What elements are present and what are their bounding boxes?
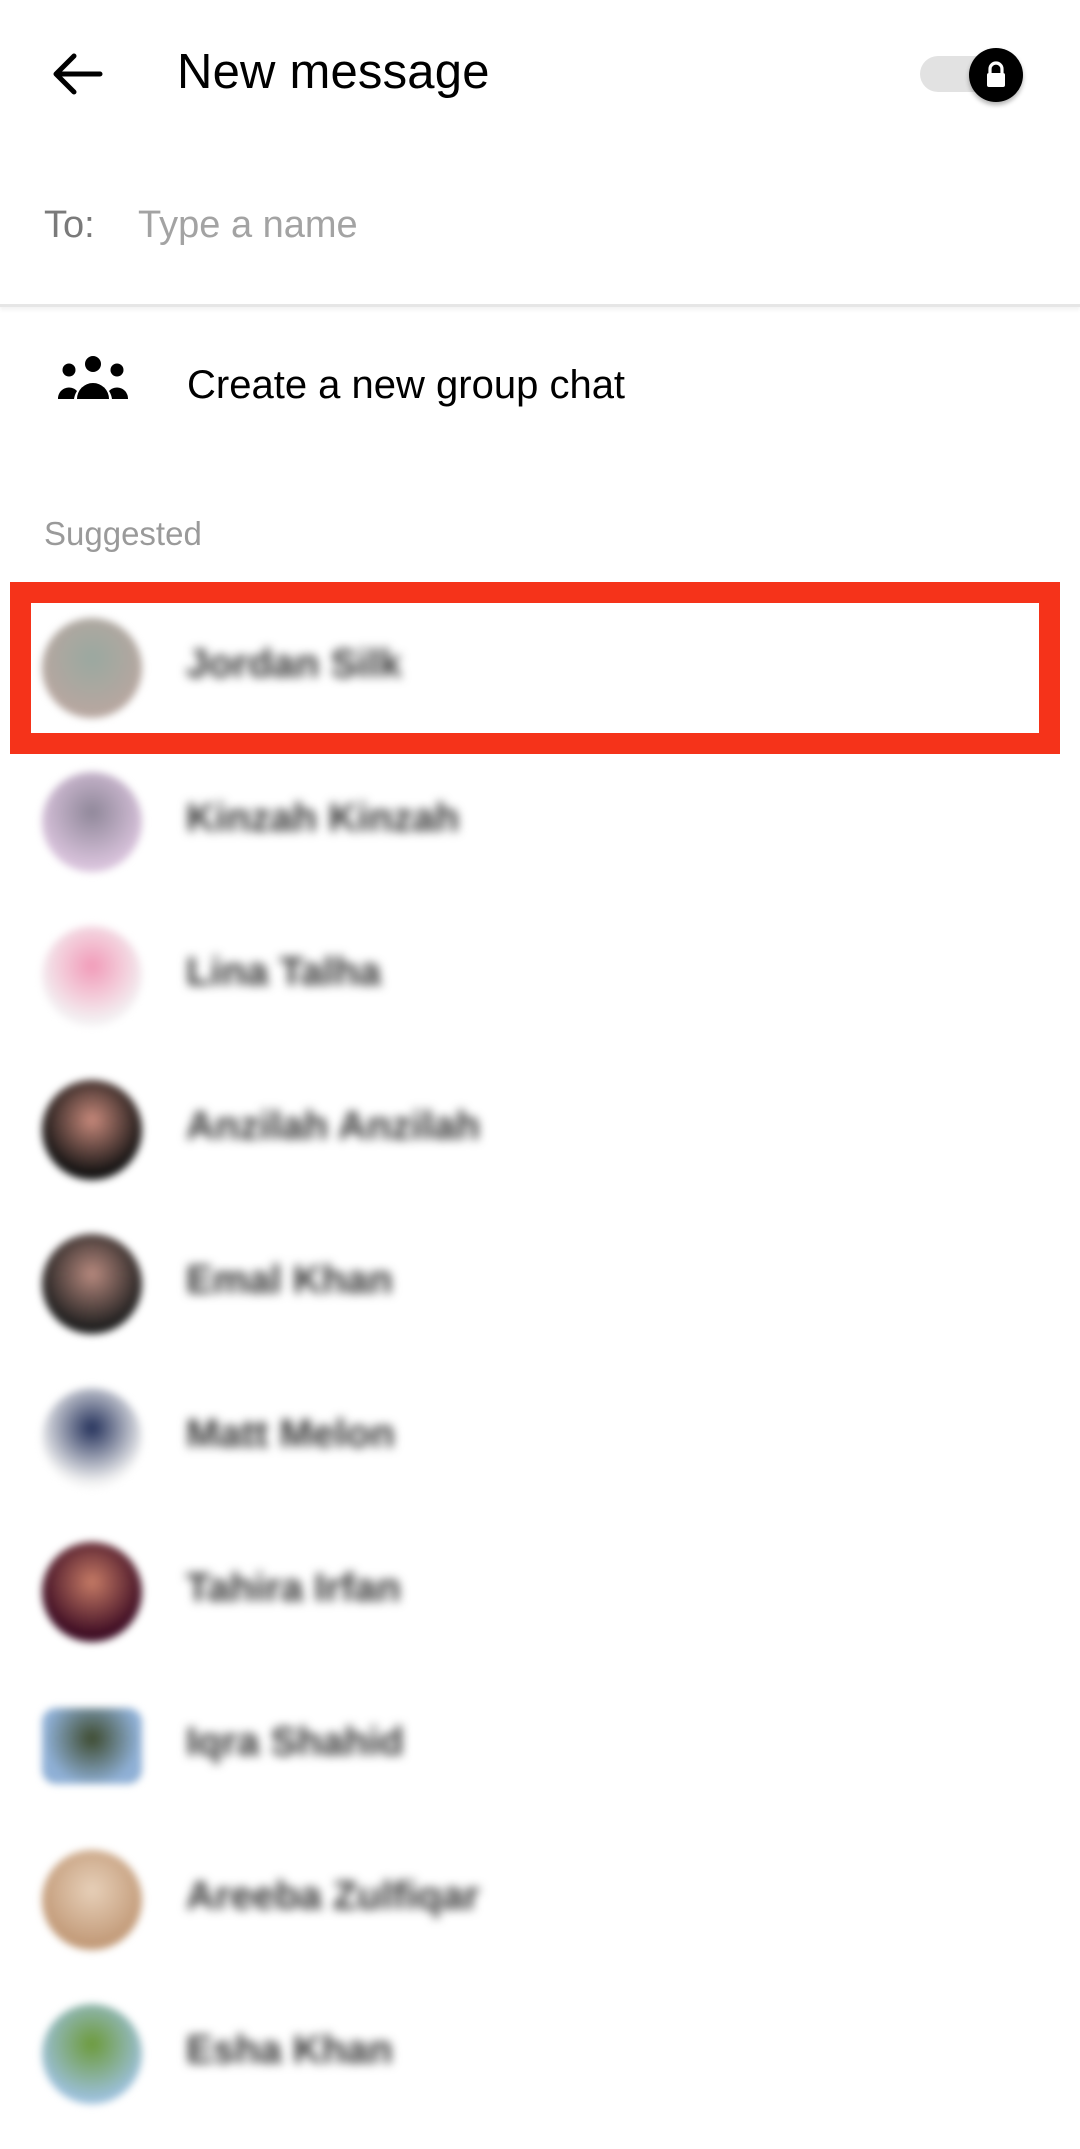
recipient-search-input[interactable] <box>136 194 1020 256</box>
contact-row[interactable]: Matt Melon <box>0 1360 1080 1514</box>
create-group-chat-button[interactable]: Create a new group chat <box>0 330 1080 440</box>
contact-name: Areeba Zulfiqar <box>186 1874 480 1918</box>
contact-avatar <box>42 1080 142 1180</box>
recipient-row: To: <box>0 180 1080 307</box>
contact-avatar <box>42 1542 142 1642</box>
contact-name: Matt Melon <box>186 1412 395 1456</box>
contact-name: Kinzah Kinzah <box>186 796 460 840</box>
contact-avatar <box>42 926 142 1026</box>
contact-row[interactable]: Tahira Irfan <box>0 1514 1080 1668</box>
contact-name: Anzilah Anzilah <box>186 1104 481 1148</box>
contact-row[interactable]: Emal Khan <box>0 1206 1080 1360</box>
contact-name: Lina Talha <box>186 950 381 994</box>
contact-row[interactable]: Lina Talha <box>0 898 1080 1052</box>
contact-row[interactable]: Iqra Shahid <box>0 1668 1080 1822</box>
contact-name: Iqra Shahid <box>186 1720 404 1764</box>
secret-conversation-toggle[interactable] <box>920 48 1028 102</box>
lock-icon <box>987 61 1005 87</box>
create-group-chat-label: Create a new group chat <box>187 363 626 407</box>
contact-avatar <box>42 1708 142 1784</box>
group-icon <box>57 356 129 399</box>
contact-avatar <box>42 1388 142 1488</box>
contact-avatar <box>42 1234 142 1334</box>
contact-row[interactable]: Anzilah Anzilah <box>0 1052 1080 1206</box>
contact-name: Emal Khan <box>186 1258 393 1302</box>
toggle-knob <box>969 48 1023 102</box>
suggested-contacts-list: Jordan Silk Kinzah Kinzah Lina Talha Anz… <box>0 590 1080 2130</box>
page-title: New message <box>177 45 490 99</box>
contact-row[interactable]: Areeba Zulfiqar <box>0 1822 1080 1976</box>
contact-name: Tahira Irfan <box>186 1566 401 1610</box>
arrow-left-icon <box>53 53 103 95</box>
contact-name: Jordan Silk <box>186 642 402 686</box>
back-button[interactable] <box>44 40 112 108</box>
contact-row[interactable]: Esha Khan <box>0 1976 1080 2130</box>
suggested-section-label: Suggested <box>44 515 202 552</box>
contact-avatar <box>42 2004 142 2104</box>
contact-name: Esha Khan <box>186 2028 393 2072</box>
contact-row[interactable]: Kinzah Kinzah <box>0 744 1080 898</box>
to-label: To: <box>44 204 95 246</box>
contact-avatar <box>42 1850 142 1950</box>
app-header: New message <box>0 0 1080 150</box>
contact-row[interactable]: Jordan Silk <box>0 590 1080 744</box>
contact-avatar <box>42 772 142 872</box>
contact-avatar <box>42 618 142 718</box>
